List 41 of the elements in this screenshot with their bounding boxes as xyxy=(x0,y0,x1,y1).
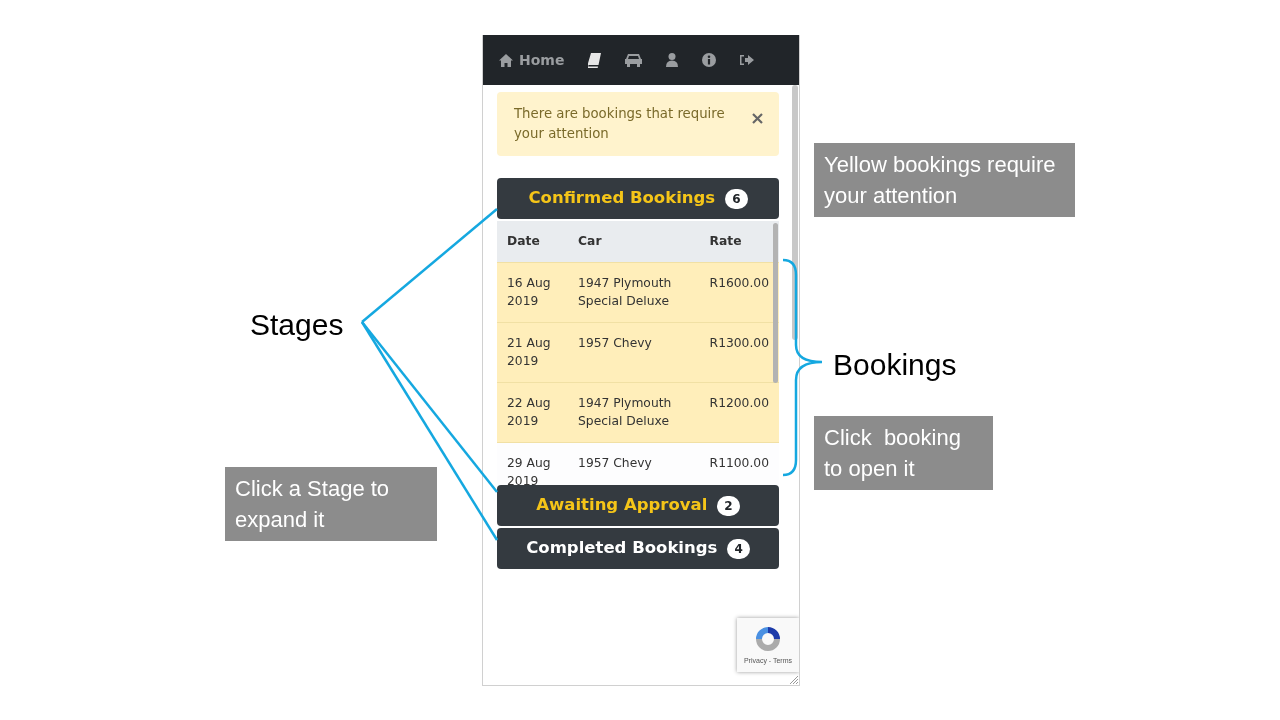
table-cell[interactable]: 1947 Plymouth Special Deluxe xyxy=(568,262,700,322)
book-icon xyxy=(588,52,602,68)
table-cell[interactable]: 21 Aug 2019 xyxy=(497,322,569,382)
count-badge: 6 xyxy=(725,188,748,209)
column-header: Date xyxy=(497,221,569,262)
callout-box: Click a Stage to expand it xyxy=(225,467,437,541)
stage-header[interactable]: Awaiting Approval 2 xyxy=(497,485,779,526)
table-cell[interactable]: 1947 Plymouth Special Deluxe xyxy=(568,382,700,442)
user-link[interactable] xyxy=(666,53,679,67)
car-icon xyxy=(625,53,643,67)
count-badge: 2 xyxy=(717,495,740,516)
book-link[interactable] xyxy=(588,52,602,68)
alert-message: There are bookings that require your attention xyxy=(514,105,726,143)
table-cell[interactable]: R1300.00 xyxy=(699,322,779,382)
scrollbar-thumb[interactable] xyxy=(773,223,778,383)
info-icon xyxy=(702,53,717,67)
stage-header[interactable]: Confirmed Bookings 6 xyxy=(497,178,779,219)
car-link[interactable] xyxy=(625,53,643,67)
scrollbar-thumb[interactable] xyxy=(792,85,798,340)
table-cell[interactable]: 16 Aug 2019 xyxy=(497,262,569,322)
logout-link[interactable] xyxy=(740,54,755,66)
home-link[interactable]: Home xyxy=(499,49,565,71)
home-icon xyxy=(499,53,513,67)
stage-header[interactable]: Completed Bookings 4 xyxy=(497,528,779,569)
info-link[interactable] xyxy=(702,53,717,67)
annotation-label: Stages xyxy=(250,307,344,343)
table-cell[interactable]: 29 Aug 2019 xyxy=(497,442,569,485)
table-cell[interactable]: 22 Aug 2019 xyxy=(497,382,569,442)
logout-icon xyxy=(740,54,755,66)
callout-box: Yellow bookings require your attention xyxy=(814,143,1075,217)
captcha-logo-icon xyxy=(753,624,783,654)
count-badge: 4 xyxy=(727,538,750,559)
column-header: Car xyxy=(568,221,700,262)
table-cell[interactable]: R1600.00 xyxy=(699,262,779,322)
annotation-label: Bookings xyxy=(833,347,957,383)
callout-box: Click booking to open it xyxy=(814,416,993,490)
user-icon xyxy=(666,53,679,67)
column-header: Rate xyxy=(699,221,779,262)
table-cell[interactable]: 1957 Chevy xyxy=(568,322,700,382)
table-cell[interactable]: R1200.00 xyxy=(699,382,779,442)
resize-grip-icon[interactable] xyxy=(788,674,798,684)
